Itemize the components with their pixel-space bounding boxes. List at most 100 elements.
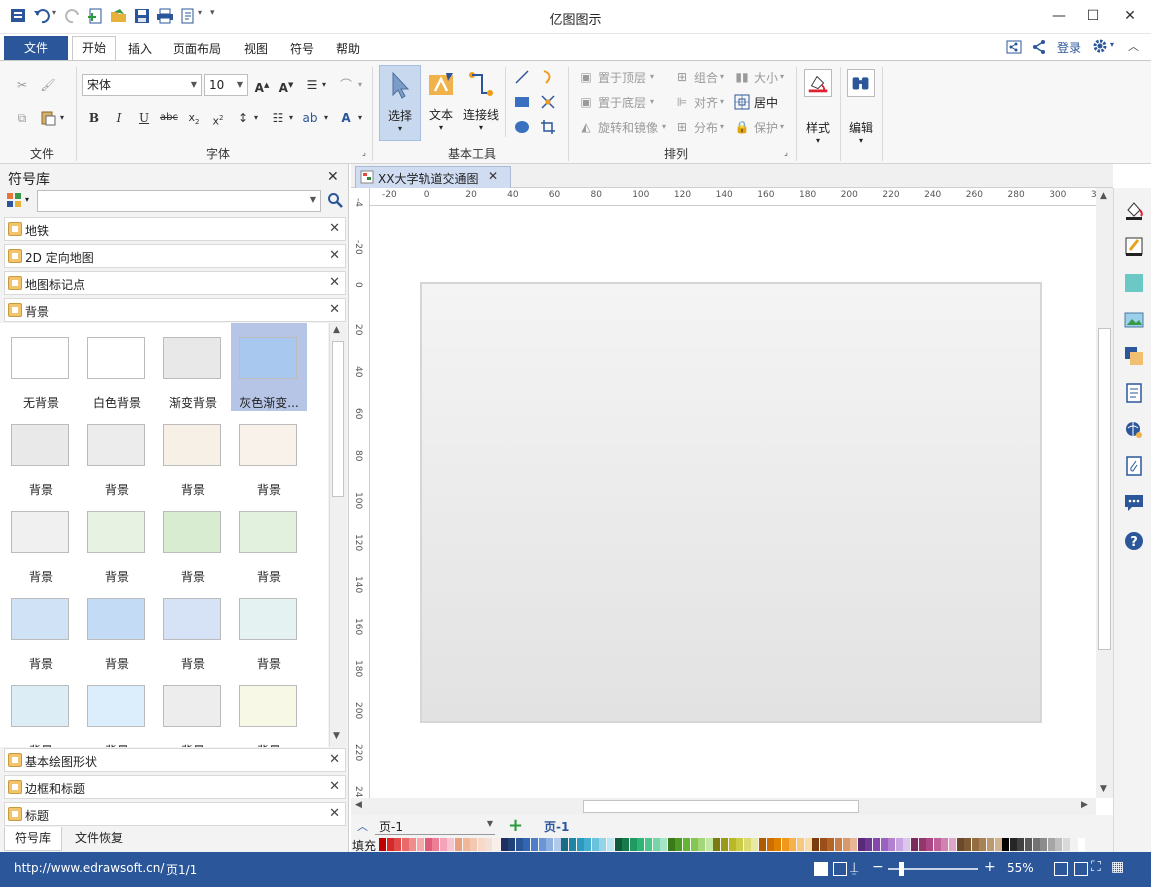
- shape-grid-scrollbar[interactable]: ▲ ▼: [329, 323, 346, 747]
- color-swatch[interactable]: [781, 838, 789, 851]
- subscript-icon[interactable]: x2: [186, 110, 202, 126]
- tab-insert[interactable]: 插入: [118, 38, 162, 60]
- color-swatch[interactable]: [949, 838, 956, 851]
- library-close-icon[interactable]: ✕: [327, 169, 339, 185]
- color-swatch[interactable]: [1063, 838, 1070, 851]
- color-swatch[interactable]: [401, 838, 409, 851]
- color-swatch[interactable]: [629, 838, 637, 851]
- background-shape-item[interactable]: 背景: [79, 671, 155, 747]
- color-swatch[interactable]: [660, 838, 668, 851]
- text-warp-dropdown-icon[interactable]: ▾: [356, 77, 364, 93]
- document-tab-close-icon[interactable]: ✕: [488, 169, 498, 183]
- background-shape-item[interactable]: 背景: [79, 410, 155, 498]
- document-tab[interactable]: XX大学轨道交通图 ✕: [355, 166, 511, 188]
- color-swatch[interactable]: [812, 838, 820, 851]
- format-painter-icon[interactable]: 🖌: [40, 77, 56, 93]
- color-swatch[interactable]: [759, 838, 766, 851]
- scroll-thumb[interactable]: [1098, 328, 1111, 650]
- search-icon[interactable]: [327, 192, 343, 208]
- bullets-dropdown-icon[interactable]: ▾: [287, 110, 295, 126]
- background-shape-item[interactable]: 背景: [231, 410, 307, 498]
- background-shape-item[interactable]: 背景: [79, 584, 155, 672]
- close-icon[interactable]: ✕: [329, 752, 340, 767]
- zoom-slider-thumb[interactable]: [899, 862, 904, 876]
- color-swatch[interactable]: [523, 838, 531, 851]
- color-swatch[interactable]: [1009, 838, 1017, 851]
- background-shape-item[interactable]: 背景: [231, 497, 307, 585]
- fit-page-icon[interactable]: [1054, 862, 1068, 876]
- text-tool-button[interactable]: 文本 ▾: [421, 65, 461, 141]
- fullscreen-icon[interactable]: ⛶: [1091, 859, 1101, 875]
- comment-icon[interactable]: [1124, 493, 1144, 513]
- color-swatch[interactable]: [576, 838, 584, 851]
- crop-icon[interactable]: [540, 119, 556, 135]
- library-search-input[interactable]: ▼: [37, 190, 321, 212]
- background-shape-item[interactable]: 背景: [155, 671, 231, 747]
- color-swatch[interactable]: [736, 838, 744, 851]
- distribute-button[interactable]: 分布: [694, 119, 718, 136]
- shadow-icon[interactable]: [1124, 273, 1144, 293]
- color-swatch[interactable]: [926, 838, 934, 851]
- color-swatch[interactable]: [774, 838, 782, 851]
- color-swatch[interactable]: [873, 838, 880, 851]
- line-shape-icon[interactable]: [514, 69, 530, 85]
- color-swatch[interactable]: [645, 838, 652, 851]
- share-window-icon[interactable]: [1006, 39, 1022, 55]
- color-swatch[interactable]: [964, 838, 972, 851]
- settings-dropdown-icon[interactable]: ▾: [1110, 40, 1114, 49]
- tab-file-recovery[interactable]: 文件恢复: [66, 827, 132, 851]
- font-dialog-launcher-icon[interactable]: ⌟: [356, 145, 372, 161]
- library-section-metro[interactable]: 地铁 ✕: [4, 217, 346, 241]
- bullets-icon[interactable]: ☷: [270, 110, 286, 126]
- close-icon[interactable]: ✕: [329, 275, 340, 290]
- underline-icon[interactable]: U: [136, 110, 152, 126]
- library-category-dropdown-icon[interactable]: ▾: [25, 195, 29, 204]
- color-swatch[interactable]: [683, 838, 690, 851]
- color-swatch[interactable]: [531, 838, 538, 851]
- background-shape-item[interactable]: 渐变背景: [155, 323, 231, 411]
- bring-to-front-button[interactable]: 置于顶层: [598, 69, 646, 86]
- font-name-select[interactable]: 宋体 ▼: [82, 74, 202, 96]
- point-tool-icon[interactable]: [540, 94, 556, 110]
- copy-icon[interactable]: ⧉: [14, 110, 30, 126]
- align-button[interactable]: 对齐: [694, 94, 718, 111]
- scroll-thumb[interactable]: [583, 800, 859, 813]
- text-highlight-icon[interactable]: ab: [302, 110, 318, 126]
- background-shape-item[interactable]: 背景: [3, 584, 79, 672]
- rotate-mirror-button[interactable]: 旋转和镜像: [598, 119, 658, 136]
- protect-dropdown-icon[interactable]: ▾: [778, 119, 786, 135]
- color-swatch[interactable]: [835, 838, 842, 851]
- color-swatch[interactable]: [743, 838, 751, 851]
- color-swatch[interactable]: [1025, 838, 1032, 851]
- library-category-icon[interactable]: [6, 192, 22, 208]
- color-swatch[interactable]: [721, 838, 728, 851]
- tab-symbol[interactable]: 符号: [280, 38, 324, 60]
- color-swatch[interactable]: [994, 838, 1002, 851]
- ellipse-shape-icon[interactable]: [514, 119, 530, 135]
- collapse-ribbon-icon[interactable]: ︿: [1128, 38, 1139, 54]
- color-swatch[interactable]: [1078, 838, 1086, 851]
- background-shape-item[interactable]: 背景: [3, 410, 79, 498]
- color-swatch[interactable]: [903, 838, 911, 851]
- center-button[interactable]: 居中: [754, 94, 778, 111]
- color-swatch[interactable]: [690, 838, 698, 851]
- canvas-vertical-scrollbar[interactable]: ▲ ▼: [1096, 188, 1113, 798]
- hyperlink-globe-icon[interactable]: [1124, 420, 1144, 440]
- color-swatch[interactable]: [1055, 838, 1063, 851]
- color-swatch[interactable]: [751, 838, 759, 851]
- color-swatch[interactable]: [797, 838, 804, 851]
- color-swatch[interactable]: [553, 838, 561, 851]
- cut-icon[interactable]: ✂: [14, 77, 30, 93]
- scroll-thumb[interactable]: [332, 341, 344, 497]
- zoom-out-button[interactable]: −: [872, 859, 884, 875]
- text-warp-icon[interactable]: ⌒: [338, 77, 354, 93]
- close-icon[interactable]: ✕: [329, 302, 340, 317]
- strikethrough-icon[interactable]: abc: [160, 110, 178, 126]
- paragraph-align-icon[interactable]: ☰: [304, 77, 320, 93]
- background-shape-item[interactable]: 背景: [231, 584, 307, 672]
- library-section-basic-shapes[interactable]: 基本绘图形状 ✕: [4, 748, 346, 772]
- scroll-up-icon[interactable]: ▲: [1100, 191, 1107, 201]
- color-swatch[interactable]: [500, 838, 508, 851]
- color-swatch[interactable]: [880, 838, 888, 851]
- page-tab[interactable]: 页-1: [544, 818, 569, 835]
